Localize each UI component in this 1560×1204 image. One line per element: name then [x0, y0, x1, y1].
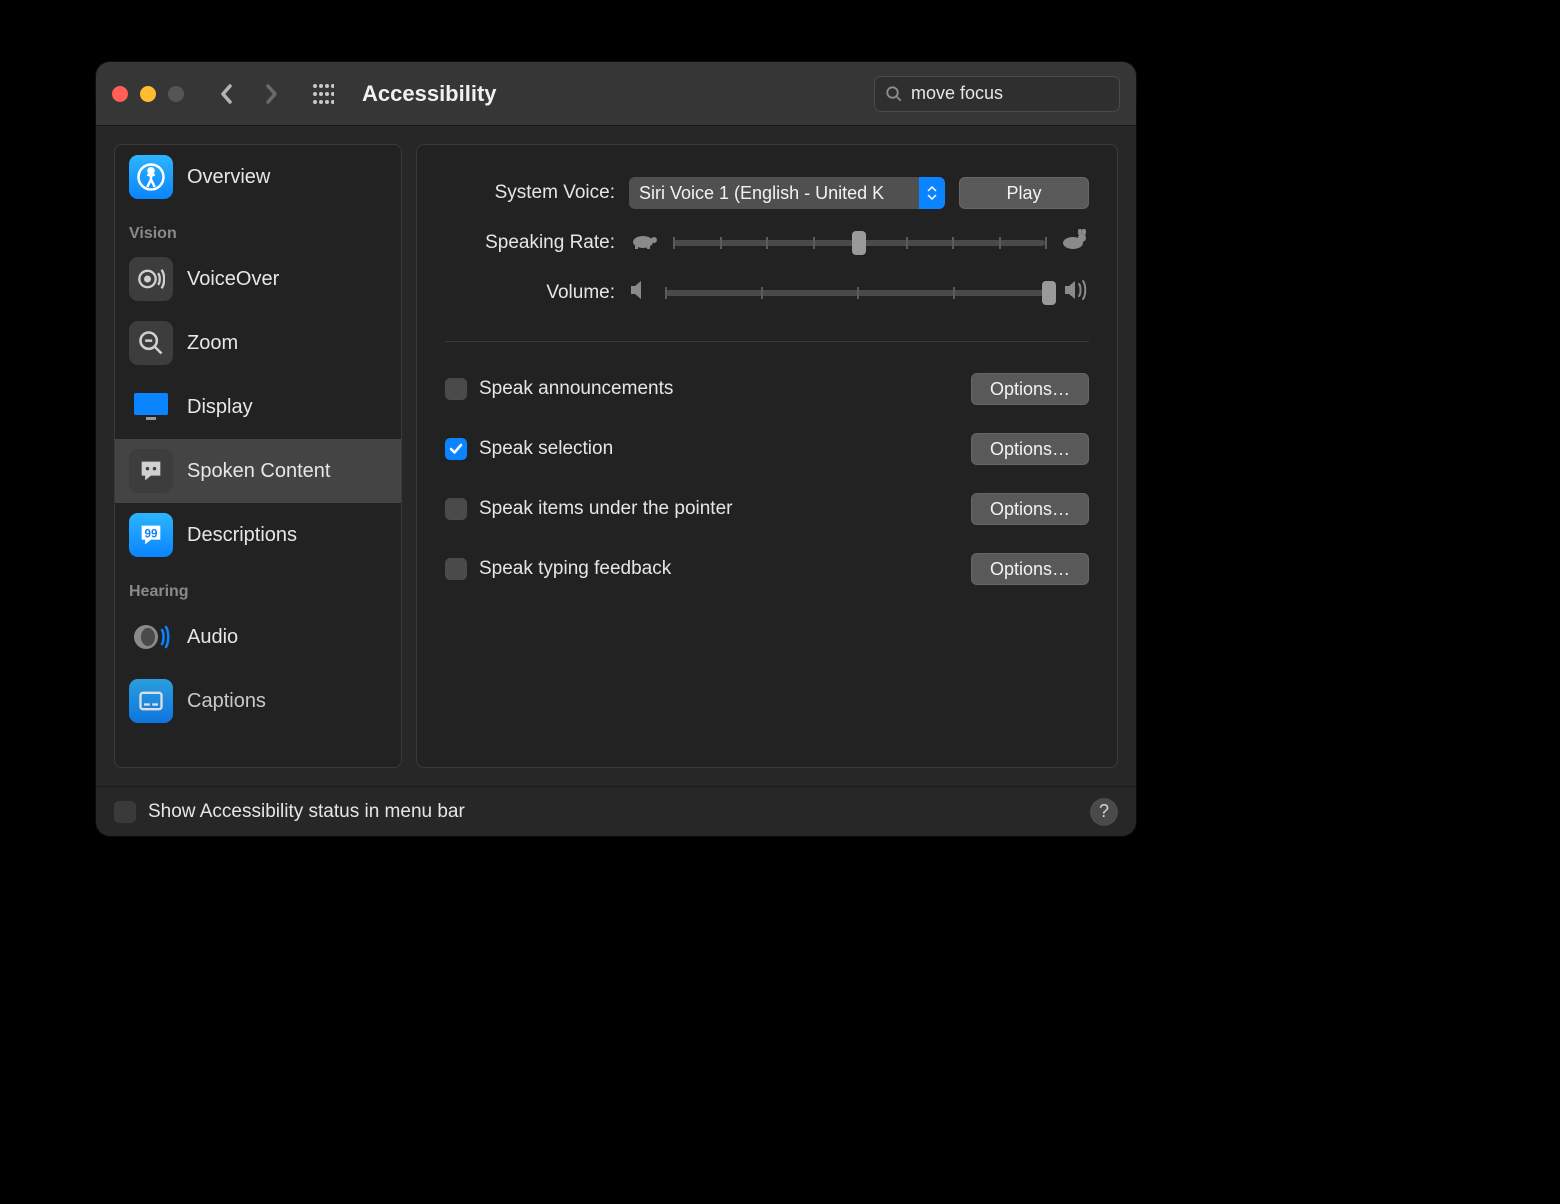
sidebar-item-voiceover[interactable]: VoiceOver: [115, 247, 401, 311]
speak-announcements-row: Speak announcements Options…: [445, 364, 1089, 414]
status-menubar-label: Show Accessibility status in menu bar: [148, 801, 465, 823]
speaking-rate-row: Speaking Rate:: [445, 223, 1089, 263]
popup-stepper-icon: [919, 177, 945, 209]
search-field[interactable]: [874, 76, 1120, 112]
footer: Show Accessibility status in menu bar ?: [96, 786, 1136, 836]
sidebar-item-label: VoiceOver: [187, 268, 279, 291]
titlebar: Accessibility: [96, 62, 1136, 126]
zoom-icon: [129, 321, 173, 365]
speaking-rate-label: Speaking Rate:: [445, 232, 615, 254]
sidebar-item-captions[interactable]: Captions: [115, 669, 401, 733]
volume-row: Volume:: [445, 273, 1089, 313]
descriptions-icon: 99: [129, 513, 173, 557]
speak-announcements-label: Speak announcements: [479, 378, 959, 400]
sidebar-section-vision: Vision: [115, 209, 401, 247]
speak-selection-checkbox[interactable]: [445, 438, 467, 460]
sidebar-item-label: Zoom: [187, 332, 238, 355]
search-input[interactable]: [911, 83, 1136, 104]
speak-typing-checkbox[interactable]: [445, 558, 467, 580]
sidebar-item-label: Audio: [187, 626, 238, 649]
window-body: Overview Vision VoiceOver Zoom Displa: [96, 126, 1136, 786]
speaking-rate-slider[interactable]: [673, 228, 1045, 258]
search-icon: [885, 85, 903, 103]
voiceover-icon: [129, 257, 173, 301]
display-icon: [129, 385, 173, 429]
back-button[interactable]: [210, 77, 244, 111]
sidebar-item-descriptions[interactable]: 99 Descriptions: [115, 503, 401, 567]
sidebar-item-overview[interactable]: Overview: [115, 145, 401, 209]
speak-announcements-options-button[interactable]: Options…: [971, 373, 1089, 405]
status-menubar-checkbox[interactable]: [114, 801, 136, 823]
system-voice-label: System Voice:: [445, 182, 615, 204]
volume-high-icon: [1063, 279, 1089, 307]
show-all-button[interactable]: [306, 77, 340, 111]
system-voice-popup[interactable]: Siri Voice 1 (English - United K: [629, 177, 945, 209]
speak-selection-row: Speak selection Options…: [445, 424, 1089, 474]
sidebar-item-display[interactable]: Display: [115, 375, 401, 439]
window-traffic-lights: [112, 86, 184, 102]
captions-icon: [129, 679, 173, 723]
volume-label: Volume:: [445, 282, 615, 304]
audio-icon: [129, 615, 173, 659]
zoom-window-button[interactable]: [168, 86, 184, 102]
sidebar-item-spoken-content[interactable]: Spoken Content: [115, 439, 401, 503]
speak-typing-row: Speak typing feedback Options…: [445, 544, 1089, 594]
speak-pointer-checkbox[interactable]: [445, 498, 467, 520]
spoken-content-icon: [129, 449, 173, 493]
play-button[interactable]: Play: [959, 177, 1089, 209]
speak-typing-label: Speak typing feedback: [479, 558, 959, 580]
window-title: Accessibility: [362, 81, 497, 107]
close-window-button[interactable]: [112, 86, 128, 102]
content-pane: System Voice: Siri Voice 1 (English - Un…: [416, 144, 1118, 768]
sidebar-item-label: Overview: [187, 166, 270, 189]
divider: [445, 341, 1089, 342]
speak-pointer-options-button[interactable]: Options…: [971, 493, 1089, 525]
rabbit-icon: [1059, 229, 1089, 257]
sidebar-item-zoom[interactable]: Zoom: [115, 311, 401, 375]
system-voice-value: Siri Voice 1 (English - United K: [639, 183, 884, 204]
svg-text:99: 99: [145, 527, 158, 540]
sidebar-item-label: Spoken Content: [187, 460, 330, 483]
speak-typing-options-button[interactable]: Options…: [971, 553, 1089, 585]
sidebar-section-hearing: Hearing: [115, 567, 401, 605]
volume-slider[interactable]: [665, 278, 1049, 308]
sidebar-item-label: Descriptions: [187, 524, 297, 547]
minimize-window-button[interactable]: [140, 86, 156, 102]
overview-icon: [129, 155, 173, 199]
sidebar-item-label: Captions: [187, 690, 266, 713]
help-button[interactable]: ?: [1090, 798, 1118, 826]
speak-announcements-checkbox[interactable]: [445, 378, 467, 400]
speak-selection-label: Speak selection: [479, 438, 959, 460]
turtle-icon: [629, 230, 659, 256]
forward-button[interactable]: [254, 77, 288, 111]
volume-low-icon: [629, 280, 651, 306]
speak-selection-options-button[interactable]: Options…: [971, 433, 1089, 465]
speak-pointer-label: Speak items under the pointer: [479, 498, 959, 520]
sidebar-item-label: Display: [187, 396, 253, 419]
speak-pointer-row: Speak items under the pointer Options…: [445, 484, 1089, 534]
sidebar-item-audio[interactable]: Audio: [115, 605, 401, 669]
sidebar: Overview Vision VoiceOver Zoom Displa: [114, 144, 402, 768]
system-voice-row: System Voice: Siri Voice 1 (English - Un…: [445, 173, 1089, 213]
system-preferences-window: Accessibility Overview Vision Vo: [96, 62, 1136, 836]
